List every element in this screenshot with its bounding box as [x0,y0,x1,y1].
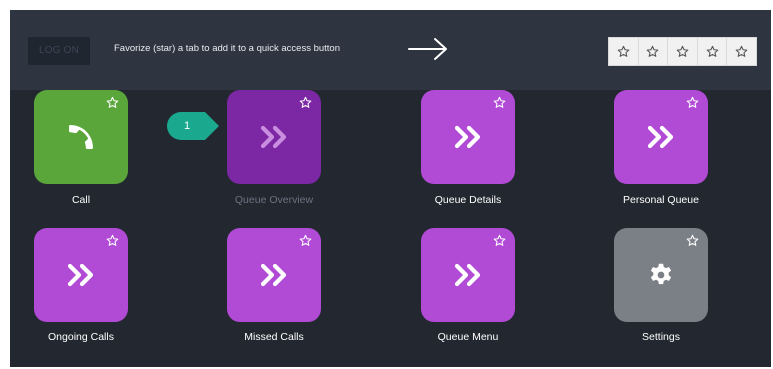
tile-label-queue-overview: Queue Overview [234,194,314,206]
step-callout-number: 1 [183,120,191,132]
tile-queue-details[interactable] [421,90,515,184]
tile-label-call: Call [71,194,91,206]
tile-queue-menu[interactable] [421,228,515,322]
star-icon [735,45,748,58]
favorite-hint-text: Favorize (star) a tab to add it to a qui… [114,43,341,54]
tile-label-queue-menu: Queue Menu [437,331,499,343]
gear-icon [650,263,672,285]
favorite-star-icon[interactable] [106,234,119,247]
tile-label-ongoing-calls: Ongoing Calls [48,331,114,343]
favorite-star-icon[interactable] [299,234,312,247]
arrow-right-icon [408,38,447,60]
chevron-double-right-icon [453,263,483,287]
tile-missed-calls[interactable] [227,228,321,322]
favorite-star-icon[interactable] [299,96,312,109]
chevron-double-right-icon [259,263,289,287]
chevron-double-right-icon [66,263,96,287]
favorite-star-icon[interactable] [493,96,506,109]
chevron-double-right-icon [259,125,289,149]
tile-personal-queue[interactable] [614,90,708,184]
tile-settings[interactable] [614,228,708,322]
quick-access-slot-3[interactable] [668,38,698,65]
tile-label-settings: Settings [642,331,680,343]
tile-queue-overview[interactable] [227,90,321,184]
quick-access-bar [608,37,757,66]
tile-label-personal-queue: Personal Queue [623,194,699,206]
star-icon [676,45,689,58]
favorite-star-icon[interactable] [106,96,119,109]
chevron-double-right-icon [646,125,676,149]
quick-access-slot-2[interactable] [639,38,669,65]
tile-label-queue-details: Queue Details [434,194,502,206]
star-icon [617,45,630,58]
chevron-double-right-icon [453,125,483,149]
quick-access-slot-4[interactable] [698,38,728,65]
star-icon [646,45,659,58]
app-window: LOG ON Favorize (star) a tab to add it t… [10,10,771,367]
tile-label-missed-calls: Missed Calls [244,331,304,343]
log-on-button[interactable]: LOG ON [28,37,90,65]
phone-icon [69,125,93,149]
star-icon [706,45,719,58]
tile-ongoing-calls[interactable] [34,228,128,322]
top-bar: LOG ON Favorize (star) a tab to add it t… [10,10,771,90]
favorite-star-icon[interactable] [686,96,699,109]
quick-access-slot-5[interactable] [727,38,756,65]
tile-call[interactable] [34,90,128,184]
favorite-star-icon[interactable] [493,234,506,247]
quick-access-slot-1[interactable] [609,38,639,65]
favorite-star-icon[interactable] [686,234,699,247]
